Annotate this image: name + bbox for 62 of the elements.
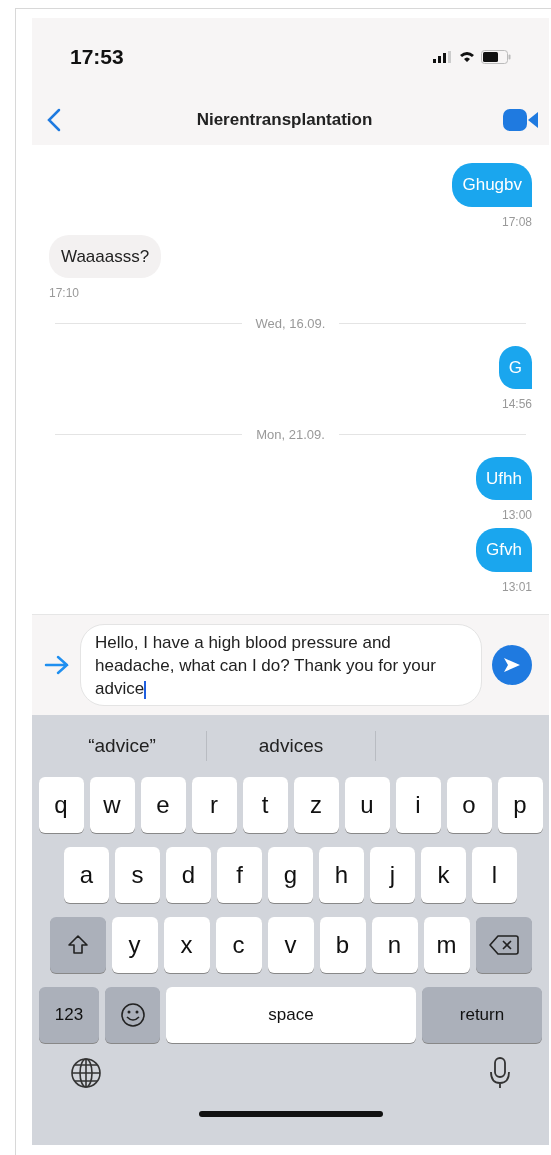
key[interactable]: c	[215, 917, 262, 973]
message-input[interactable]: Hello, I have a high blood pressure and headache, what can I do? Thank you for your advice	[80, 624, 482, 706]
message-time: 14:56	[501, 396, 532, 413]
key[interactable]: e	[140, 777, 186, 833]
date-divider: Mon, 21.09.	[256, 426, 325, 444]
key[interactable]: q	[38, 777, 84, 833]
suggestion[interactable]: advices	[207, 731, 375, 761]
shift-icon	[66, 934, 89, 956]
return-key[interactable]: return	[422, 987, 542, 1043]
message-bubble: Waaaasss?	[49, 234, 162, 278]
key[interactable]: n	[371, 917, 418, 973]
suggestion[interactable]: “advice”	[38, 731, 206, 761]
message-time: 13:00	[501, 507, 532, 524]
smiley-icon	[119, 1002, 146, 1028]
key[interactable]: x	[163, 917, 210, 973]
key[interactable]: j	[370, 847, 415, 903]
key[interactable]: w	[89, 777, 135, 833]
key[interactable]: h	[319, 847, 364, 903]
key[interactable]: k	[421, 847, 466, 903]
message-bubble: Gfvh	[476, 528, 532, 572]
video-camera-icon[interactable]	[503, 108, 539, 132]
key[interactable]: t	[242, 777, 288, 833]
send-icon	[503, 657, 521, 673]
key[interactable]: i	[395, 777, 441, 833]
delete-key[interactable]	[475, 917, 532, 973]
status-time: 17:53	[70, 43, 124, 70]
numbers-key[interactable]: 123	[39, 987, 99, 1043]
send-button[interactable]	[492, 645, 532, 685]
key[interactable]: d	[166, 847, 211, 903]
key[interactable]: v	[267, 917, 314, 973]
message-bubble: G	[498, 345, 532, 389]
message-bubble: Ghugbv	[452, 163, 532, 207]
key[interactable]: y	[111, 917, 158, 973]
key[interactable]: o	[446, 777, 492, 833]
battery-icon	[481, 49, 511, 64]
key[interactable]: f	[217, 847, 262, 903]
emoji-key[interactable]	[105, 987, 160, 1043]
key[interactable]: l	[472, 847, 517, 903]
key[interactable]: z	[293, 777, 339, 833]
chat-title: Nierentransplantation	[196, 109, 373, 132]
key[interactable]: p	[497, 777, 543, 833]
key[interactable]: b	[319, 917, 366, 973]
microphone-icon[interactable]	[489, 1057, 511, 1089]
back-chevron-icon	[47, 108, 61, 132]
key[interactable]: u	[344, 777, 390, 833]
message-time: 17:10	[49, 285, 80, 302]
message-time: 13:01	[501, 578, 532, 596]
message-bubble: Ufhh	[476, 456, 532, 500]
shift-key[interactable]	[49, 917, 106, 973]
key[interactable]: g	[268, 847, 313, 903]
globe-icon[interactable]	[70, 1057, 102, 1089]
space-key[interactable]: space	[166, 987, 416, 1043]
key[interactable]: r	[191, 777, 237, 833]
backspace-icon	[488, 934, 519, 956]
message-time: 17:08	[501, 213, 532, 231]
signal-icon	[433, 50, 453, 63]
wifi-icon	[459, 50, 475, 63]
date-divider: Wed, 16.09.	[255, 315, 326, 333]
key[interactable]: a	[64, 847, 109, 903]
arrow-right-icon[interactable]	[44, 655, 70, 675]
key[interactable]: s	[115, 847, 160, 903]
key[interactable]: m	[423, 917, 470, 973]
